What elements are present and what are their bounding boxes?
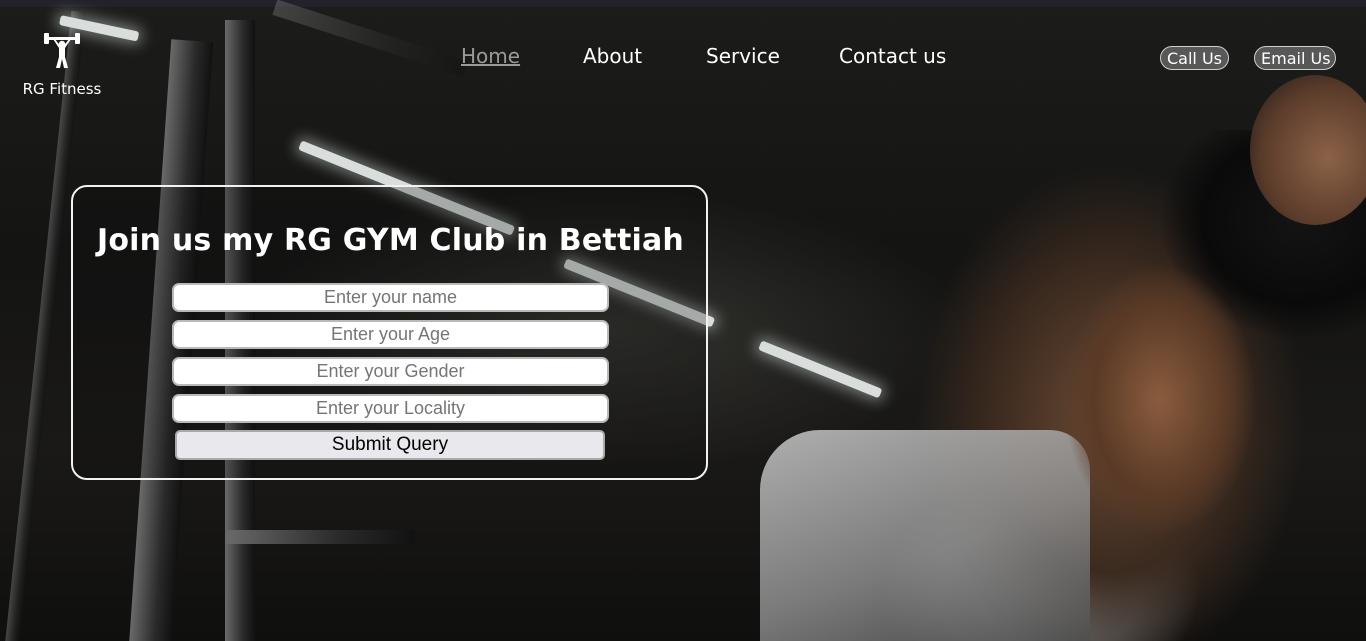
- call-us-button[interactable]: Call Us: [1160, 46, 1229, 70]
- nav-home[interactable]: Home: [461, 44, 520, 68]
- join-form-card: Join us my RG GYM Club in Bettiah Submit…: [71, 185, 708, 480]
- browser-top-strip: [0, 0, 1366, 7]
- nav-contact-us[interactable]: Contact us: [839, 44, 946, 68]
- locality-input[interactable]: [172, 394, 609, 423]
- age-input[interactable]: [172, 320, 609, 349]
- form-title: Join us my RG GYM Club in Bettiah: [97, 223, 684, 258]
- brand-name: RG Fitness: [22, 80, 102, 98]
- nav-about[interactable]: About: [583, 44, 642, 68]
- nav-service[interactable]: Service: [706, 44, 780, 68]
- submit-query-button[interactable]: Submit Query: [175, 430, 605, 460]
- page-root: RG Fitness Home About Service Contact us…: [0, 0, 1366, 641]
- name-input[interactable]: [172, 283, 609, 312]
- gender-input[interactable]: [172, 357, 609, 386]
- email-us-button[interactable]: Email Us: [1254, 46, 1336, 70]
